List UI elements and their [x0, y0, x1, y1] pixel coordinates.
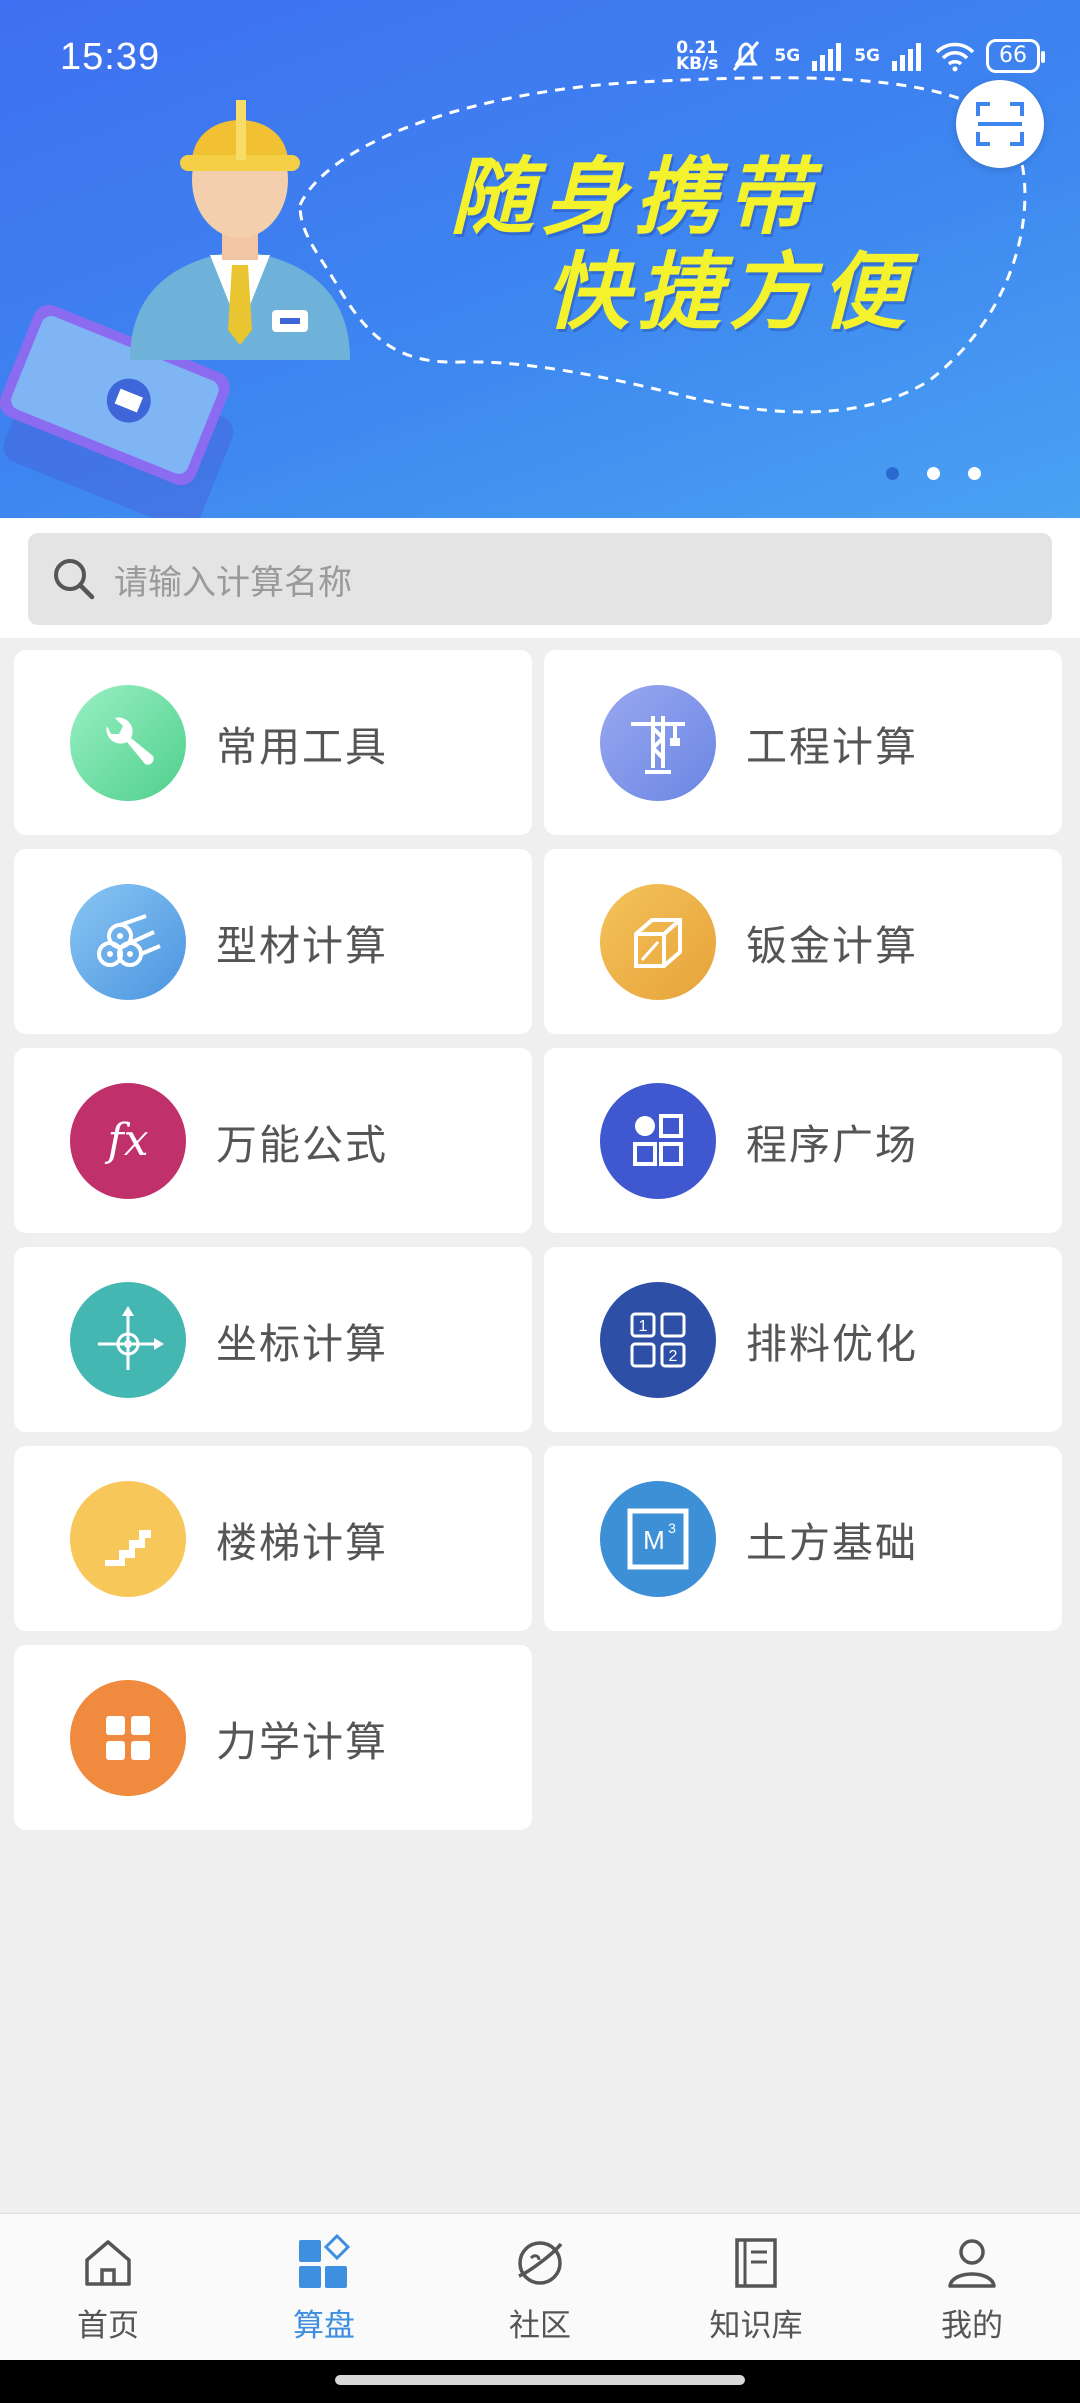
user-icon	[948, 2239, 996, 2288]
banner-slogan-line2: 快捷方便	[545, 243, 914, 341]
wifi-icon	[935, 42, 975, 72]
tool-label: 常用工具	[216, 722, 388, 771]
svg-text:3: 3	[668, 1520, 676, 1536]
home-icon	[85, 2240, 131, 2286]
nav-item-home[interactable]: 首页	[0, 2214, 216, 2360]
tool-card-stairs[interactable]: 楼梯计算	[14, 1446, 532, 1631]
tool-card-nesting[interactable]: 12 排料优化	[544, 1247, 1062, 1432]
tool-label: 钣金计算	[746, 921, 918, 970]
tool-card-app-square[interactable]: 程序广场	[544, 1048, 1062, 1233]
nav-label: 社区	[509, 2308, 571, 2344]
carousel-dot[interactable]	[968, 467, 981, 480]
search-icon	[54, 559, 95, 600]
carousel-dots	[886, 467, 981, 480]
mute-bell-icon	[733, 41, 760, 71]
four-squares-icon	[70, 1679, 186, 1796]
signal1-label: 5G	[774, 46, 801, 66]
tool-label: 力学计算	[216, 1717, 388, 1766]
nav-item-community[interactable]: 社区	[432, 2214, 648, 2360]
sheet-metal-icon	[600, 883, 716, 1000]
status-time: 15:39	[60, 36, 161, 78]
home-indicator[interactable]	[335, 2375, 745, 2385]
tool-label: 坐标计算	[216, 1319, 388, 1368]
planet-icon	[518, 2241, 563, 2285]
coordinate-icon	[70, 1281, 186, 1398]
nav-item-abacus[interactable]: 算盘	[216, 2214, 432, 2360]
fx-formula-icon: fx	[70, 1082, 186, 1199]
search-placeholder: 请输入计算名称	[114, 562, 352, 603]
signal-bars-icon	[892, 43, 921, 71]
search-input[interactable]: 请输入计算名称	[28, 533, 1052, 625]
scan-icon	[976, 102, 1024, 146]
tool-card-profile[interactable]: 型材计算	[14, 849, 532, 1034]
net-speed: 0.21 KB/s	[675, 40, 719, 74]
nav-item-profile[interactable]: 我的	[864, 2214, 1080, 2360]
nav-label: 知识库	[709, 2308, 803, 2344]
tool-label: 型材计算	[216, 921, 388, 970]
pipes-icon	[70, 883, 186, 1000]
tool-card-mechanics[interactable]: 力学计算	[14, 1645, 532, 1830]
tool-label: 排料优化	[746, 1319, 918, 1368]
system-gesture-bar	[0, 2360, 1080, 2403]
tool-card-formula[interactable]: fx 万能公式	[14, 1048, 532, 1233]
carousel-dot[interactable]	[927, 467, 940, 480]
tool-card-coordinate[interactable]: 坐标计算	[14, 1247, 532, 1432]
apps-grid-icon	[600, 1082, 716, 1199]
cubic-meter-icon: M3	[600, 1480, 716, 1597]
tool-card-earthwork[interactable]: M3 土方基础	[544, 1446, 1062, 1631]
search-section: 请输入计算名称	[0, 518, 1080, 638]
stairs-icon	[70, 1480, 186, 1597]
wrench-icon	[70, 684, 186, 801]
signal2-label: 5G	[854, 46, 880, 66]
tool-label: 工程计算	[746, 722, 918, 771]
tool-card-common-tools[interactable]: 常用工具	[14, 650, 532, 835]
tower-crane-icon	[600, 684, 716, 801]
tool-card-sheet-metal[interactable]: 钣金计算	[544, 849, 1062, 1034]
scan-button[interactable]	[956, 80, 1044, 168]
layout-numbered-icon: 12	[600, 1281, 716, 1398]
carousel-dot[interactable]	[886, 467, 899, 480]
svg-text:M: M	[643, 1525, 665, 1555]
nav-label: 算盘	[293, 2308, 355, 2344]
banner[interactable]: 15:39 0.21 KB/s 5G 5G 66 随身携带 快捷方便	[0, 0, 1080, 518]
battery-indicator: 66	[986, 39, 1045, 73]
status-bar: 15:39 0.21 KB/s 5G 5G 66	[0, 0, 1080, 120]
abacus-grid-icon	[299, 2233, 351, 2288]
nav-label: 首页	[77, 2308, 139, 2344]
svg-text:1: 1	[639, 1318, 648, 1335]
status-icons: 0.21 KB/s 5G 5G 66	[675, 38, 1045, 74]
book-icon	[735, 2238, 777, 2288]
tool-label: 楼梯计算	[216, 1518, 388, 1567]
net-speed-unit: KB/s	[675, 54, 719, 74]
tool-card-engineering[interactable]: 工程计算	[544, 650, 1062, 835]
svg-text:2: 2	[669, 1348, 678, 1365]
nav-item-knowledge[interactable]: 知识库	[648, 2214, 864, 2360]
bottom-nav: 首页 算盘 社区 知识库 我的	[0, 2213, 1080, 2360]
signal-bars-icon	[812, 43, 842, 71]
tool-label: 万能公式	[216, 1120, 388, 1169]
tool-label: 土方基础	[746, 1518, 918, 1567]
nav-label: 我的	[941, 2308, 1003, 2344]
tool-label: 程序广场	[746, 1120, 918, 1169]
